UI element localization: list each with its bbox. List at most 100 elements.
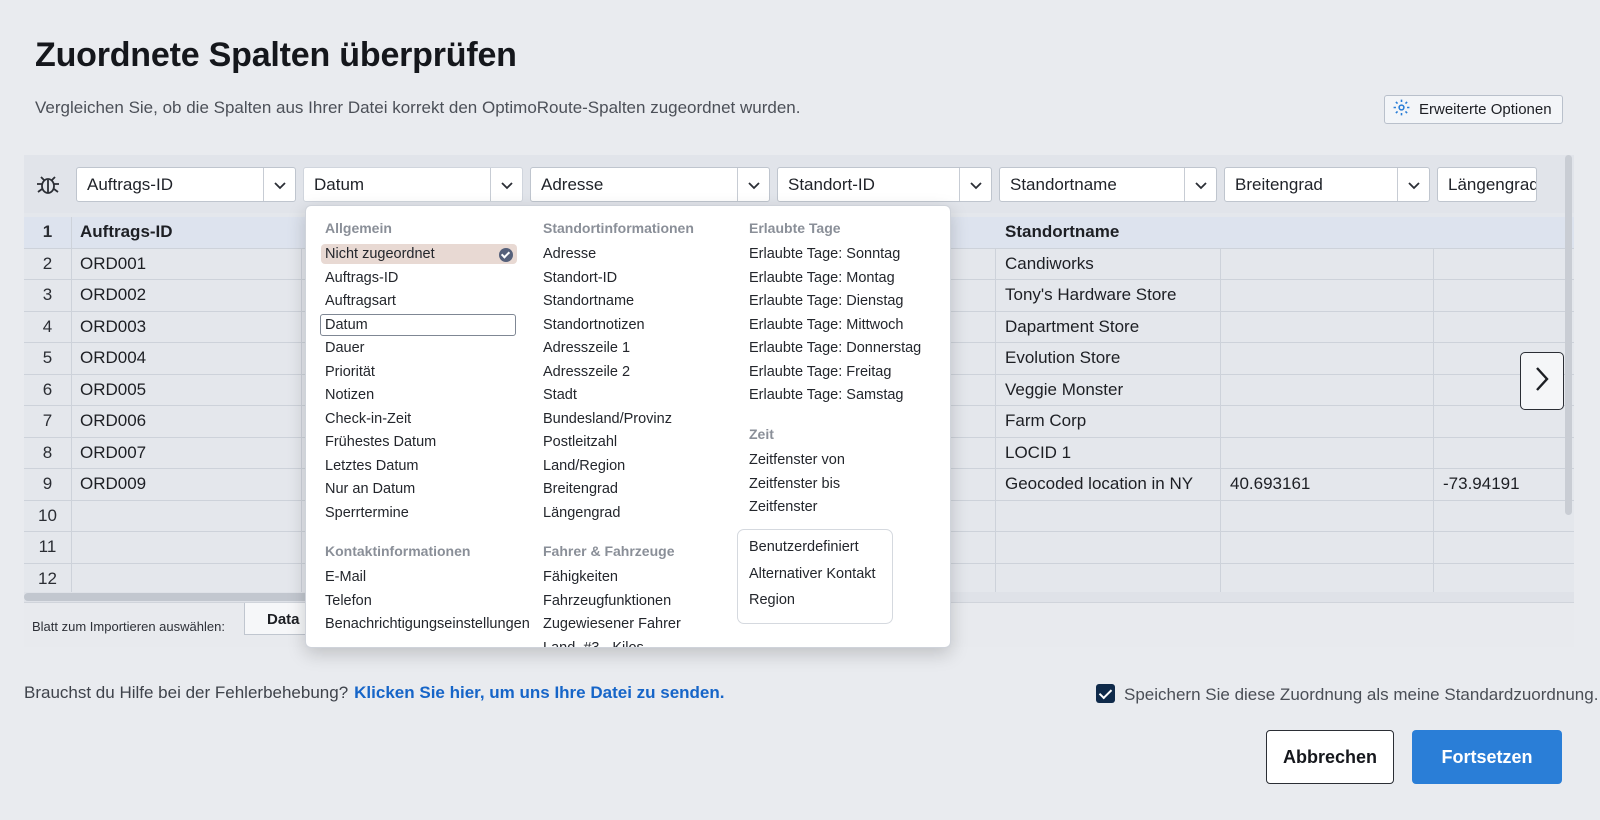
cancel-button[interactable]: Abbrechen	[1266, 730, 1394, 784]
row-number: 11	[24, 532, 72, 563]
row-number: 6	[24, 374, 72, 405]
cell-order-id	[72, 501, 80, 532]
advanced-options-button[interactable]: Erweiterte Optionen	[1384, 95, 1563, 124]
dropdown-option[interactable]: Check-in-Zeit	[325, 411, 411, 427]
cell-longitude	[1435, 249, 1535, 280]
dropdown-option[interactable]: Erlaubte Tage: Donnerstag	[749, 340, 921, 356]
dropdown-option[interactable]: Zeitfenster von	[749, 452, 845, 468]
cell-location-name	[997, 564, 1005, 595]
dropdown-option[interactable]: Nicht zugeordnet	[321, 244, 517, 264]
column-select-datum[interactable]: Datum	[303, 167, 523, 202]
dropdown-option[interactable]: Region	[749, 592, 795, 608]
cell-location-name: LOCID 1	[1005, 442, 1072, 462]
dropdown-option[interactable]: Breitengrad	[543, 481, 618, 497]
dropdown-option[interactable]: Frühestes Datum	[325, 434, 436, 450]
column-select-breitengrad[interactable]: Breitengrad	[1224, 167, 1430, 202]
cell-latitude	[1222, 406, 1230, 437]
row-number: 1	[24, 217, 72, 248]
column-select-auftrags-id[interactable]: Auftrags-ID	[76, 167, 296, 202]
dropdown-option[interactable]: Priorität	[325, 364, 375, 380]
column-select-standort-id[interactable]: Standort-ID	[777, 167, 992, 202]
dropdown-option[interactable]: Standort-ID	[543, 270, 617, 286]
row-number: 4	[24, 311, 72, 342]
cell-longitude: -73.94191	[1443, 474, 1520, 494]
cell-latitude	[1222, 501, 1230, 532]
cell-location-name: Dapartment Store	[1005, 316, 1140, 336]
dropdown-option[interactable]: Notizen	[325, 387, 374, 403]
dropdown-option[interactable]: Adresszeile 2	[543, 364, 630, 380]
dropdown-option[interactable]: Erlaubte Tage: Montag	[749, 270, 895, 286]
row-number: 8	[24, 437, 72, 468]
dropdown-option[interactable]: Sperrtermine	[325, 505, 409, 521]
cell-location-name: Geocoded location in NY	[1005, 474, 1194, 494]
cell-location-name: Farm Corp	[1005, 411, 1087, 431]
dropdown-option[interactable]: Nur an Datum	[325, 481, 415, 497]
dropdown-option[interactable]: Letztes Datum	[325, 458, 419, 474]
dropdown-option[interactable]: Postleitzahl	[543, 434, 617, 450]
dropdown-option[interactable]: Land/Region	[543, 458, 625, 474]
cell-location-name: Standortname	[1005, 222, 1120, 242]
dropdown-option[interactable]: Zugewiesener Fahrer	[543, 616, 681, 632]
cell-latitude	[1222, 280, 1230, 311]
dropdown-option[interactable]: Auftrags-ID	[325, 270, 398, 286]
column-select-laengengrad[interactable]: Längengrad	[1437, 167, 1537, 202]
cell-order-id	[72, 532, 80, 563]
cell-location-name: Evolution Store	[1005, 348, 1121, 368]
cell-longitude	[1435, 438, 1535, 469]
dropdown-option[interactable]: Fähigkeiten	[543, 569, 618, 585]
bug-icon	[34, 171, 62, 199]
chevron-down-icon	[490, 168, 522, 201]
dropdown-option[interactable]: Erlaubte Tage: Samstag	[749, 387, 904, 403]
dropdown-option[interactable]: Längengrad	[543, 505, 620, 521]
continue-button[interactable]: Fortsetzen	[1412, 730, 1562, 784]
dropdown-option[interactable]: Land, #3 - Kilos	[543, 640, 644, 648]
dropdown-option[interactable]: Benutzerdefiniert	[749, 539, 859, 555]
dropdown-option[interactable]: Fahrzeugfunktionen	[543, 593, 671, 609]
dropdown-group-heading: Fahrer & Fahrzeuge	[543, 543, 675, 559]
cell-location-name	[997, 532, 1005, 563]
column-select-standortname[interactable]: Standortname	[999, 167, 1217, 202]
dropdown-option[interactable]: Auftragsart	[325, 293, 396, 309]
cell-latitude	[1222, 217, 1230, 248]
dropdown-option[interactable]: Adresse	[543, 246, 596, 262]
help-text: Brauchst du Hilfe bei der Fehlerbehebung…	[24, 683, 725, 702]
chevron-down-icon	[1397, 168, 1429, 201]
dropdown-option[interactable]: Erlaubte Tage: Freitag	[749, 364, 891, 380]
cell-latitude: 40.693161	[1230, 474, 1311, 494]
scroll-right-button[interactable]	[1520, 352, 1564, 410]
cell-latitude	[1222, 375, 1230, 406]
dropdown-option[interactable]: Erlaubte Tage: Mittwoch	[749, 317, 903, 333]
dropdown-option[interactable]: E-Mail	[325, 569, 366, 585]
dropdown-option[interactable]: Erlaubte Tage: Sonntag	[749, 246, 900, 262]
dropdown-option[interactable]: Datum	[320, 313, 516, 336]
dropdown-option[interactable]: Stadt	[543, 387, 577, 403]
dropdown-option[interactable]: Adresszeile 1	[543, 340, 630, 356]
dropdown-option[interactable]: Bundesland/Provinz	[543, 411, 672, 427]
dropdown-option[interactable]: Zeitfenster	[749, 499, 818, 515]
cell-location-name: Tony's Hardware Store	[1005, 285, 1177, 305]
dropdown-option[interactable]: Standortnotizen	[543, 317, 645, 333]
send-file-link[interactable]: Klicken Sie hier, um uns Ihre Datei zu s…	[354, 683, 724, 702]
row-number: 5	[24, 343, 72, 374]
dropdown-option[interactable]: Alternativer Kontakt	[749, 566, 876, 582]
sheet-select-label: Blatt zum Importieren auswählen:	[32, 619, 225, 634]
dropdown-option[interactable]: Telefon	[325, 593, 372, 609]
row-number: 12	[24, 563, 72, 594]
cell-latitude	[1222, 532, 1230, 563]
dropdown-option[interactable]: Erlaubte Tage: Dienstag	[749, 293, 904, 309]
column-select-adresse[interactable]: Adresse	[530, 167, 770, 202]
cell-longitude	[1435, 564, 1535, 595]
dropdown-option[interactable]: Benachrichtigungseinstellungen	[325, 616, 530, 632]
cell-longitude	[1435, 532, 1535, 563]
dropdown-group-heading: Allgemein	[325, 220, 392, 236]
dropdown-group-heading: Erlaubte Tage	[749, 220, 841, 236]
chevron-down-icon	[263, 168, 295, 201]
vertical-scrollbar[interactable]	[1565, 155, 1572, 515]
cell-order-id: ORD001	[80, 253, 147, 273]
dropdown-option[interactable]: Dauer	[325, 340, 365, 356]
save-default-checkbox[interactable]	[1096, 684, 1115, 703]
dropdown-option[interactable]: Standortname	[543, 293, 634, 309]
cell-order-id: ORD002	[80, 285, 147, 305]
dropdown-option[interactable]: Zeitfenster bis	[749, 476, 840, 492]
cell-order-id: ORD003	[80, 316, 147, 336]
